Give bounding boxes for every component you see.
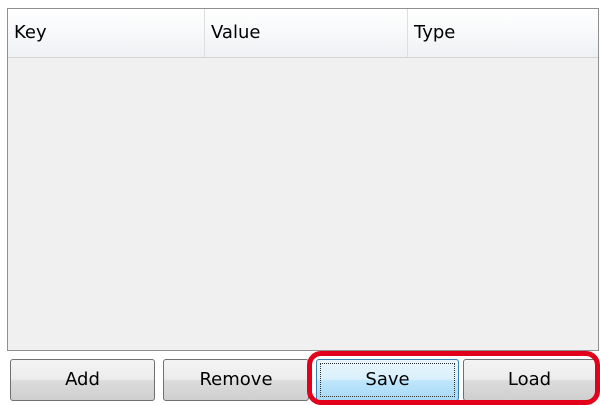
add-button[interactable]: Add xyxy=(10,359,155,401)
column-header-type[interactable]: Type xyxy=(408,9,598,57)
save-button[interactable]: Save xyxy=(316,359,459,401)
key-value-list[interactable]: Key Value Type xyxy=(7,8,599,351)
column-header-value[interactable]: Value xyxy=(205,9,408,57)
remove-button[interactable]: Remove xyxy=(163,359,309,401)
load-button[interactable]: Load xyxy=(463,359,596,401)
list-body[interactable] xyxy=(8,58,598,350)
column-header-key[interactable]: Key xyxy=(8,9,205,57)
list-header: Key Value Type xyxy=(8,9,598,58)
focus-rectangle xyxy=(320,363,455,397)
